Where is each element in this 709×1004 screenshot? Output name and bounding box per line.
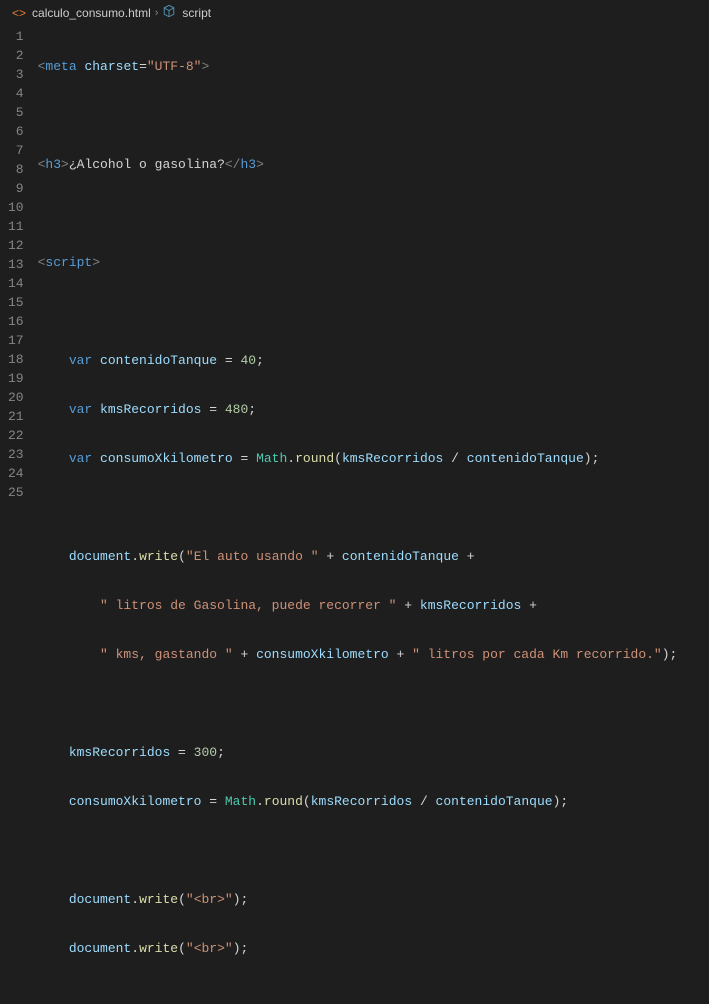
line-number: 1 [8, 27, 24, 46]
line-number: 10 [8, 198, 24, 217]
code-line[interactable]: <meta charset="UTF-8"> [38, 57, 678, 76]
line-number: 4 [8, 84, 24, 103]
line-number: 3 [8, 65, 24, 84]
code-line[interactable]: " litros de Gasolina, puede recorrer " +… [38, 596, 678, 615]
code-line[interactable]: var consumoXkilometro = Math.round(kmsRe… [38, 449, 678, 468]
code-line[interactable]: <h3>¿Alcohol o gasolina?</h3> [38, 155, 678, 174]
code-editor[interactable]: 1 2 3 4 5 6 7 8 9 10 11 12 13 14 15 16 1… [0, 25, 709, 1004]
code-line[interactable] [38, 204, 678, 223]
line-number: 24 [8, 464, 24, 483]
line-number: 22 [8, 426, 24, 445]
code-line[interactable]: var contenidoTanque = 40; [38, 351, 678, 370]
code-line[interactable] [38, 841, 678, 860]
line-number: 2 [8, 46, 24, 65]
line-number: 13 [8, 255, 24, 274]
code-line[interactable] [38, 988, 678, 1004]
symbol-icon [162, 4, 176, 21]
line-number: 20 [8, 388, 24, 407]
code-area[interactable]: <meta charset="UTF-8"> <h3>¿Alcohol o ga… [38, 25, 678, 1004]
line-number: 23 [8, 445, 24, 464]
html-file-icon: <> [12, 6, 26, 20]
line-number: 21 [8, 407, 24, 426]
code-line[interactable]: document.write("<br>"); [38, 890, 678, 909]
code-line[interactable] [38, 694, 678, 713]
code-line[interactable] [38, 498, 678, 517]
breadcrumb-symbol[interactable]: script [182, 6, 211, 20]
code-line[interactable]: document.write("<br>"); [38, 939, 678, 958]
breadcrumb[interactable]: <> calculo_consumo.html › script [0, 0, 709, 25]
code-line[interactable]: <script> [38, 253, 678, 272]
line-number: 9 [8, 179, 24, 198]
line-number: 14 [8, 274, 24, 293]
breadcrumb-file[interactable]: calculo_consumo.html [32, 6, 151, 20]
line-number: 7 [8, 141, 24, 160]
code-line[interactable]: kmsRecorridos = 300; [38, 743, 678, 762]
code-line[interactable]: document.write("El auto usando " + conte… [38, 547, 678, 566]
line-number: 15 [8, 293, 24, 312]
line-number: 11 [8, 217, 24, 236]
chevron-right-icon: › [155, 7, 159, 19]
line-number: 18 [8, 350, 24, 369]
line-number: 17 [8, 331, 24, 350]
code-line[interactable] [38, 302, 678, 321]
line-number: 8 [8, 160, 24, 179]
line-number: 6 [8, 122, 24, 141]
line-number-gutter: 1 2 3 4 5 6 7 8 9 10 11 12 13 14 15 16 1… [0, 25, 38, 1004]
code-line[interactable] [38, 106, 678, 125]
line-number: 16 [8, 312, 24, 331]
code-line[interactable]: " kms, gastando " + consumoXkilometro + … [38, 645, 678, 664]
line-number: 19 [8, 369, 24, 388]
code-line[interactable]: consumoXkilometro = Math.round(kmsRecorr… [38, 792, 678, 811]
line-number: 25 [8, 483, 24, 502]
code-line[interactable]: var kmsRecorridos = 480; [38, 400, 678, 419]
line-number: 5 [8, 103, 24, 122]
line-number: 12 [8, 236, 24, 255]
